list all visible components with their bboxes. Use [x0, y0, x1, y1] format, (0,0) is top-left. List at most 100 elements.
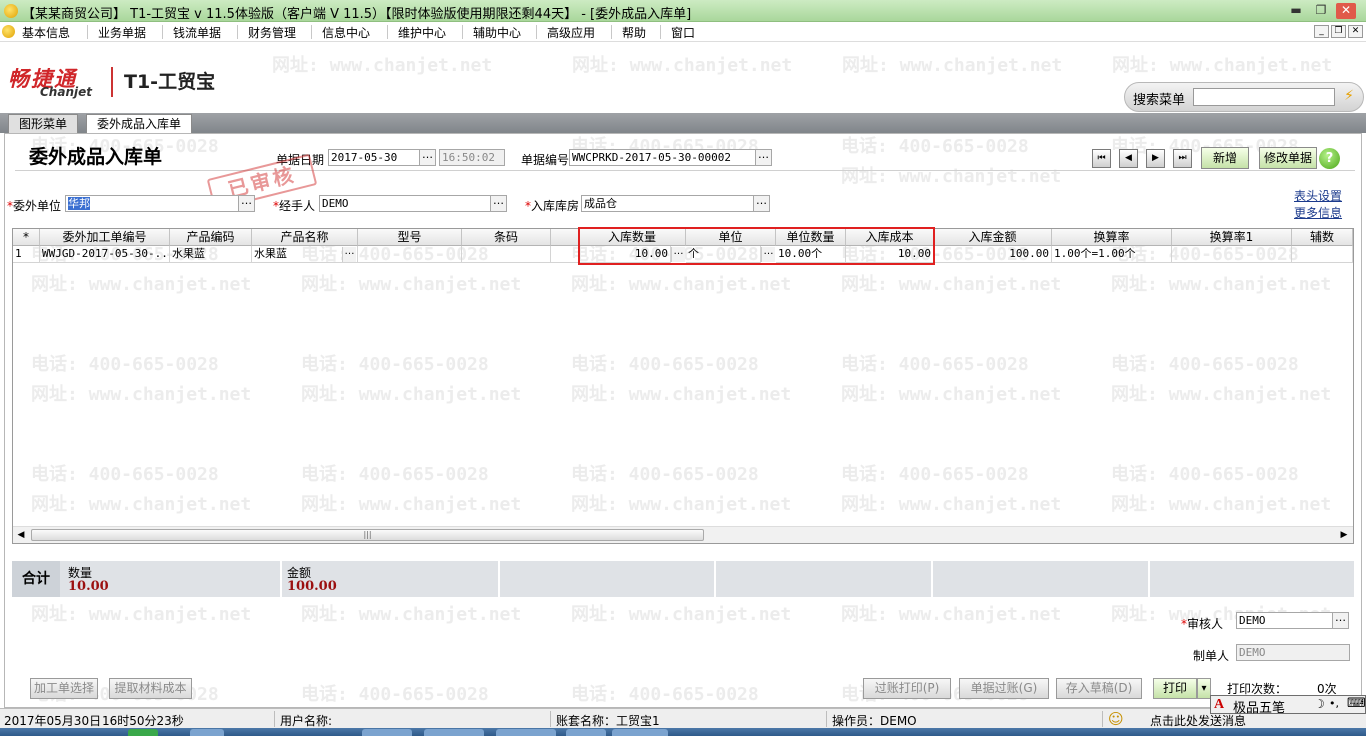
date-field[interactable]: 2017-05-30	[328, 149, 420, 166]
processing-order-select-button[interactable]: 加工单选择	[30, 678, 98, 699]
taskbar-item[interactable]	[128, 729, 158, 736]
status-send-message[interactable]: 点击此处发送消息	[1150, 712, 1246, 729]
scroll-right-icon[interactable]: ▶	[1338, 529, 1350, 541]
total-amount-value: 100.00	[287, 579, 337, 594]
menu-maintenance[interactable]: 维护中心	[398, 24, 446, 41]
handler-select-button[interactable]: …	[490, 195, 507, 212]
number-select-button[interactable]: …	[755, 149, 772, 166]
taskbar-item[interactable]	[362, 729, 412, 736]
post-document-button[interactable]: 单据过账(G)	[959, 678, 1049, 699]
menu-business-docs[interactable]: 业务单据	[98, 24, 146, 41]
totals-divider	[714, 561, 716, 597]
last-record-button[interactable]: ⏭	[1173, 149, 1192, 168]
outsource-unit-field[interactable]: 华邦	[65, 195, 239, 212]
ime-toolbar: A 极品五笔 ☽ •, ⌨	[1210, 695, 1366, 716]
grid-header-order-no[interactable]: 委外加工单编号	[40, 229, 170, 246]
logo-divider	[111, 67, 113, 97]
save-draft-button[interactable]: 存入草稿(D)	[1056, 678, 1142, 699]
edit-document-button[interactable]: 修改单据	[1259, 147, 1317, 169]
number-field[interactable]: WWCPRKD-2017-05-30-00002	[569, 149, 756, 166]
search-menu-input[interactable]	[1193, 88, 1335, 106]
menu-basic-info[interactable]: 基本信息	[22, 24, 70, 41]
cell-barcode[interactable]	[462, 246, 551, 263]
grid-header-rate1[interactable]: 换算率1	[1172, 229, 1292, 246]
close-icon[interactable]: ✕	[1336, 3, 1356, 19]
menu-cashflow-docs[interactable]: 钱流单据	[173, 24, 221, 41]
menu-finance[interactable]: 财务管理	[248, 24, 296, 41]
warehouse-field[interactable]: 成品仓	[581, 195, 754, 212]
print-button[interactable]: 打印	[1153, 678, 1197, 699]
warehouse-select-button[interactable]: …	[753, 195, 770, 212]
status-operator: 操作员：DEMO	[832, 714, 917, 728]
prev-record-button[interactable]: ◀	[1119, 149, 1138, 168]
cell-aux[interactable]	[1292, 246, 1353, 263]
outsource-unit-label-text: 委外单位	[13, 199, 62, 213]
more-info-link[interactable]: 更多信息	[1294, 204, 1342, 221]
cell-model[interactable]	[358, 246, 462, 263]
handler-field[interactable]: DEMO	[319, 195, 491, 212]
next-record-button[interactable]: ▶	[1146, 149, 1165, 168]
menu-advanced[interactable]: 高级应用	[547, 24, 595, 41]
scroll-thumb[interactable]: |||	[31, 529, 704, 541]
taskbar-item[interactable]	[496, 729, 556, 736]
cell-product-code[interactable]: 水果蓝	[170, 246, 252, 263]
form-title: 委外成品入库单	[29, 146, 163, 168]
cell-order-no[interactable]: WWJGD-2017-05-30-...	[40, 246, 170, 263]
grid-header-model[interactable]: 型号	[358, 229, 462, 246]
post-print-button[interactable]: 过账打印(P)	[863, 678, 951, 699]
horizontal-scrollbar[interactable]: ◀ ||| ▶	[13, 526, 1353, 543]
grid-header-amount[interactable]: 入库金额	[934, 229, 1052, 246]
mdi-minimize-icon[interactable]: _	[1314, 25, 1329, 38]
punctuation-icon[interactable]: •,	[1329, 697, 1339, 710]
totals-bar: 合计 数量 10.00 金额 100.00	[12, 561, 1354, 597]
mdi-close-icon[interactable]: ✕	[1348, 25, 1363, 38]
first-record-button[interactable]: ⏮	[1092, 149, 1111, 168]
new-button[interactable]: 新增	[1201, 147, 1249, 169]
taskbar-item[interactable]	[612, 729, 668, 736]
scroll-left-icon[interactable]: ◀	[15, 529, 27, 541]
reviewer-field[interactable]: DEMO	[1236, 612, 1333, 629]
extract-material-cost-button[interactable]: 提取材料成本	[109, 678, 192, 699]
minimize-icon[interactable]: ▬	[1286, 3, 1306, 19]
ime-name[interactable]: 极品五笔	[1233, 697, 1285, 716]
menu-aux-center[interactable]: 辅助中心	[473, 24, 521, 41]
tab-outsource-receipt[interactable]: 委外成品入库单	[86, 114, 193, 134]
menu-window[interactable]: 窗口	[671, 24, 695, 41]
moon-icon[interactable]: ☽	[1314, 697, 1325, 711]
taskbar-item[interactable]	[566, 729, 606, 736]
reviewer-select-button[interactable]: …	[1332, 612, 1349, 629]
ime-mode-icon[interactable]: A	[1214, 697, 1228, 712]
taskbar-item[interactable]	[424, 729, 484, 736]
cell-rate[interactable]: 1.00个=1.00个	[1052, 246, 1172, 263]
menu-info-center[interactable]: 信息中心	[322, 24, 370, 41]
brand-bar: 畅捷通 Chanjet T1-工贸宝 网址: www.chanjet.net 网…	[0, 43, 1366, 113]
reviewer-label: *审核人	[1181, 615, 1223, 632]
mdi-restore-icon[interactable]: ❐	[1331, 25, 1346, 38]
grid-header-product-code[interactable]: 产品编码	[170, 229, 252, 246]
header-settings-link[interactable]: 表头设置	[1294, 187, 1342, 204]
watermark-phone: 电话: 400-665-0028	[841, 136, 1029, 157]
date-picker-button[interactable]: …	[419, 149, 436, 166]
cell-amount[interactable]: 100.00	[934, 246, 1052, 263]
total-qty-value: 10.00	[68, 579, 109, 594]
menu-separator	[387, 25, 388, 39]
smiley-icon[interactable]: ☺	[1108, 710, 1124, 728]
grid-header-rate[interactable]: 换算率	[1052, 229, 1172, 246]
restore-icon[interactable]: ❐	[1311, 3, 1331, 19]
tab-graphic-menu[interactable]: 图形菜单	[8, 114, 79, 133]
help-icon[interactable]: ?	[1319, 148, 1340, 169]
totals-divider	[1148, 561, 1150, 597]
cell-rate1[interactable]	[1172, 246, 1292, 263]
taskbar-item[interactable]	[190, 729, 224, 736]
grid-header-product-name[interactable]: 产品名称	[252, 229, 358, 246]
menu-help[interactable]: 帮助	[622, 24, 646, 41]
lightning-icon[interactable]: ⚡	[1339, 88, 1359, 106]
grid-header-aux[interactable]: 辅数	[1292, 229, 1353, 246]
print-dropdown-icon[interactable]: ▾	[1197, 678, 1211, 699]
watermark-site: 网址: www.chanjet.net	[31, 604, 252, 625]
watermark-site: 网址: www.chanjet.net	[841, 604, 1062, 625]
grid-header-barcode[interactable]: 条码	[462, 229, 551, 246]
product-name-select-button[interactable]: …	[342, 247, 356, 262]
outsource-unit-select-button[interactable]: …	[238, 195, 255, 212]
keyboard-icon[interactable]: ⌨	[1347, 696, 1366, 711]
